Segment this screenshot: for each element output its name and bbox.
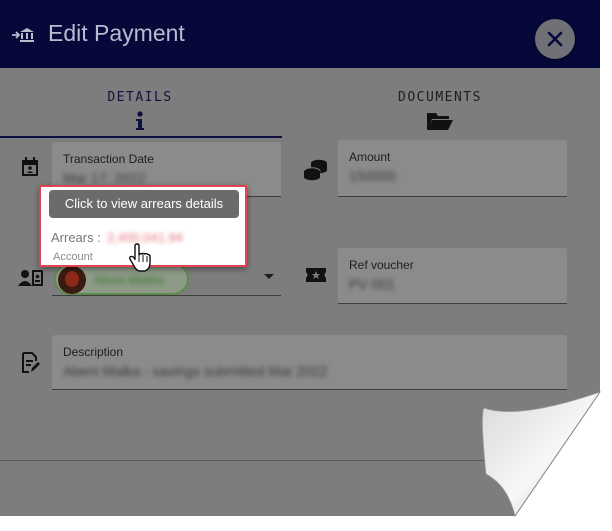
avatar bbox=[58, 266, 86, 294]
close-icon bbox=[547, 31, 563, 47]
tab-documents-label: DOCUMENTS bbox=[398, 90, 482, 105]
dialog-title: Edit Payment bbox=[48, 20, 185, 46]
dialog-header: Edit Payment bbox=[0, 0, 600, 68]
ref-voucher-field[interactable]: Ref voucher PV 001 bbox=[338, 248, 567, 304]
bank-transfer-icon bbox=[11, 26, 35, 44]
description-value: Abeni Malka - savings submitted Mar 2022 bbox=[63, 363, 328, 379]
calendar-icon bbox=[22, 157, 38, 176]
chevron-down-icon[interactable] bbox=[264, 274, 274, 279]
arrears-tooltip: Click to view arrears details bbox=[49, 190, 239, 218]
footer-divider bbox=[0, 460, 520, 461]
description-label: Description bbox=[63, 345, 124, 359]
account-card-icon bbox=[18, 270, 43, 286]
ref-voucher-label: Ref voucher bbox=[349, 258, 414, 272]
info-icon bbox=[136, 111, 144, 130]
ticket-icon bbox=[306, 268, 326, 282]
arrears-label: Arrears : bbox=[51, 230, 101, 245]
close-button[interactable] bbox=[535, 19, 575, 59]
screenshot-stage: Edit Payment DETAILS DOCUMENTS Transacti… bbox=[0, 0, 612, 531]
transaction-date-label: Transaction Date bbox=[63, 152, 154, 166]
transaction-date-value: Mar 17, 2022 bbox=[63, 170, 146, 186]
description-field[interactable]: Description Abeni Malka - savings submit… bbox=[52, 335, 567, 390]
folder-open-icon bbox=[427, 113, 453, 130]
document-edit-icon bbox=[22, 352, 40, 373]
hand-cursor-icon bbox=[128, 243, 151, 272]
page-curl bbox=[482, 391, 602, 517]
account-label: Account bbox=[53, 251, 93, 263]
ref-voucher-value: PV 001 bbox=[349, 276, 395, 292]
account-chip[interactable]: Aboni Makka bbox=[54, 263, 189, 295]
tab-documents[interactable]: DOCUMENTS bbox=[380, 90, 500, 131]
coins-icon bbox=[303, 159, 327, 181]
tab-details[interactable]: DETAILS bbox=[80, 90, 200, 131]
account-chip-name: Aboni Makka bbox=[94, 273, 164, 287]
active-tab-indicator bbox=[0, 136, 282, 138]
amount-value: 150000 bbox=[349, 168, 396, 184]
amount-label: Amount bbox=[349, 150, 391, 164]
tab-details-label: DETAILS bbox=[107, 90, 173, 105]
amount-field[interactable]: Amount 150000 bbox=[338, 140, 567, 197]
